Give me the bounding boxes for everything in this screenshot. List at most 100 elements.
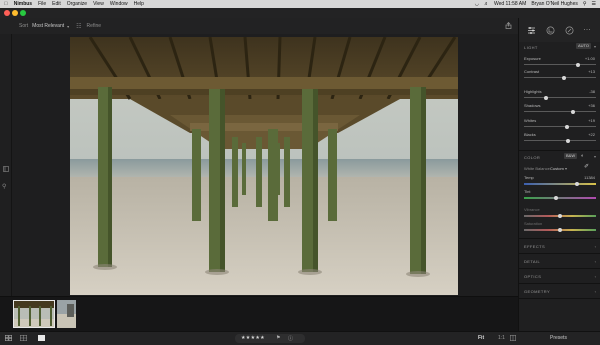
main-photo bbox=[70, 37, 458, 295]
geometry-section-title[interactable]: GEOMETRY bbox=[524, 289, 550, 294]
user-name[interactable]: Bryan O'Neil Hughes bbox=[531, 1, 578, 7]
auto-button[interactable]: AUTO bbox=[576, 43, 592, 49]
contrast-slider[interactable] bbox=[524, 75, 596, 80]
zoom-window-button[interactable] bbox=[20, 10, 26, 16]
zoom-1-1-button[interactable]: 1:1 bbox=[498, 335, 505, 341]
menu-help[interactable]: Help bbox=[134, 1, 144, 7]
chevron-left-icon[interactable]: ‹ bbox=[595, 274, 596, 279]
tint-slider-knob[interactable] bbox=[554, 195, 559, 200]
chevron-left-icon[interactable]: ‹ bbox=[595, 259, 596, 264]
tint-slider[interactable] bbox=[524, 195, 596, 200]
flag-icon[interactable]: ⚑ bbox=[276, 335, 280, 341]
contrast-slider-knob[interactable] bbox=[562, 75, 567, 80]
more-options-icon[interactable]: … bbox=[583, 23, 592, 32]
chevron-down-icon[interactable]: ▾ bbox=[594, 44, 596, 49]
share-icon[interactable] bbox=[505, 22, 512, 29]
refine-button[interactable]: Refine bbox=[87, 23, 101, 29]
compare-icon[interactable] bbox=[510, 335, 516, 341]
whites-slider-knob[interactable] bbox=[565, 124, 570, 129]
temp-label: Temp bbox=[524, 175, 534, 180]
menu-window[interactable]: Window bbox=[110, 1, 128, 7]
grid-view-icon[interactable] bbox=[5, 335, 12, 341]
menu-organize[interactable]: Organize bbox=[67, 1, 87, 7]
section-divider bbox=[519, 283, 600, 284]
optics-section-title[interactable]: OPTICS bbox=[524, 274, 541, 279]
minimize-window-button[interactable] bbox=[12, 10, 18, 16]
edit-sliders-icon[interactable] bbox=[527, 26, 536, 35]
sort-dropdown[interactable]: Most Relevant bbox=[32, 23, 64, 29]
temp-slider-knob[interactable] bbox=[575, 181, 580, 186]
shadows-slider-knob[interactable] bbox=[570, 109, 575, 114]
chevron-down-icon[interactable]: ▾ bbox=[67, 24, 69, 29]
chevron-left-icon[interactable]: ‹ bbox=[595, 289, 596, 294]
whites-slider[interactable] bbox=[524, 124, 596, 129]
left-rail: ⚲ bbox=[0, 34, 12, 296]
detail-section-title[interactable]: DETAIL bbox=[524, 259, 540, 264]
menu-app-name[interactable]: Nimbus bbox=[14, 1, 32, 7]
menu-list-icon[interactable]: ☰ bbox=[592, 1, 596, 7]
exposure-value[interactable]: +1.00 bbox=[585, 56, 595, 61]
chevron-down-icon[interactable]: ▾ bbox=[594, 154, 596, 159]
temp-slider[interactable] bbox=[524, 181, 596, 186]
saturation-slider[interactable] bbox=[524, 227, 596, 232]
blacks-value[interactable]: +22 bbox=[588, 132, 595, 137]
vibrance-label: Vibrance bbox=[524, 207, 540, 212]
info-icon[interactable]: ⓘ bbox=[288, 335, 293, 342]
filter-icon[interactable]: ☷ bbox=[76, 23, 81, 30]
sort-label: Sort bbox=[19, 23, 29, 29]
contrast-value[interactable]: +13 bbox=[588, 69, 595, 74]
section-divider bbox=[519, 298, 600, 299]
shadows-value[interactable]: +36 bbox=[588, 103, 595, 108]
temp-value[interactable]: 11384 bbox=[584, 175, 595, 180]
color-section-title[interactable]: COLOR bbox=[524, 155, 540, 160]
blacks-slider-knob[interactable] bbox=[565, 138, 570, 143]
whites-value[interactable]: +19 bbox=[588, 118, 595, 123]
presets-button[interactable]: Presets bbox=[550, 335, 567, 341]
shadows-slider[interactable] bbox=[524, 109, 596, 114]
menu-file[interactable]: File bbox=[38, 1, 46, 7]
effects-section-title[interactable]: EFFECTS bbox=[524, 244, 545, 249]
search-icon[interactable]: ⚲ bbox=[583, 1, 587, 7]
clock[interactable]: Wed 11:58 AM bbox=[494, 1, 526, 7]
exposure-slider[interactable] bbox=[524, 62, 596, 67]
blacks-slider[interactable] bbox=[524, 138, 596, 143]
wifi-icon[interactable]: ◡ bbox=[475, 1, 479, 7]
rating-flag-bar: ★★★★★ ⚑ ⓘ bbox=[235, 334, 305, 343]
crop-icon[interactable] bbox=[546, 26, 555, 35]
star-rating[interactable]: ★★★★★ bbox=[241, 335, 265, 341]
saturation-slider-knob[interactable] bbox=[558, 227, 562, 232]
fit-button[interactable]: Fit bbox=[478, 335, 484, 341]
highlights-slider-knob[interactable] bbox=[544, 95, 549, 100]
filmstrip-thumbnail-selected[interactable] bbox=[13, 300, 55, 328]
detail-view-icon[interactable] bbox=[38, 335, 45, 341]
section-divider bbox=[519, 150, 600, 151]
close-window-button[interactable] bbox=[4, 10, 10, 16]
white-balance-dropdown[interactable]: Custom bbox=[550, 166, 564, 171]
bw-button[interactable]: B&W bbox=[564, 153, 578, 159]
panel-toggle-icon[interactable] bbox=[3, 166, 9, 172]
menu-bar:  Nimbus File Edit Organize View Window … bbox=[0, 0, 600, 8]
apple-icon[interactable]:  bbox=[4, 1, 8, 7]
search-icon[interactable]: ⚲ bbox=[2, 183, 6, 190]
chevron-left-icon[interactable]: ‹ bbox=[595, 244, 596, 249]
highlights-value[interactable]: -38 bbox=[589, 89, 595, 94]
whites-label: Whites bbox=[524, 118, 537, 123]
chevron-down-icon[interactable]: ▾ bbox=[565, 166, 567, 171]
highlights-label: Highlights bbox=[524, 89, 542, 94]
vibrance-slider-knob[interactable] bbox=[558, 213, 562, 218]
menu-edit[interactable]: Edit bbox=[52, 1, 61, 7]
color-mix-icon[interactable]: ◐ bbox=[581, 153, 584, 159]
square-grid-view-icon[interactable] bbox=[20, 335, 27, 341]
light-section-title[interactable]: LIGHT bbox=[524, 45, 538, 50]
volume-icon[interactable]: ♬ bbox=[484, 1, 489, 7]
highlights-slider[interactable] bbox=[524, 95, 596, 100]
eyedropper-icon[interactable]: ✐ bbox=[584, 163, 589, 170]
section-divider bbox=[519, 238, 600, 239]
vibrance-slider[interactable] bbox=[524, 213, 596, 218]
menu-view[interactable]: View bbox=[93, 1, 104, 7]
exposure-slider-knob[interactable] bbox=[576, 62, 580, 67]
section-divider bbox=[519, 253, 600, 254]
filmstrip-thumbnail[interactable] bbox=[57, 300, 76, 328]
healing-brush-icon[interactable] bbox=[565, 26, 574, 35]
edit-tools-strip: … bbox=[518, 18, 600, 42]
